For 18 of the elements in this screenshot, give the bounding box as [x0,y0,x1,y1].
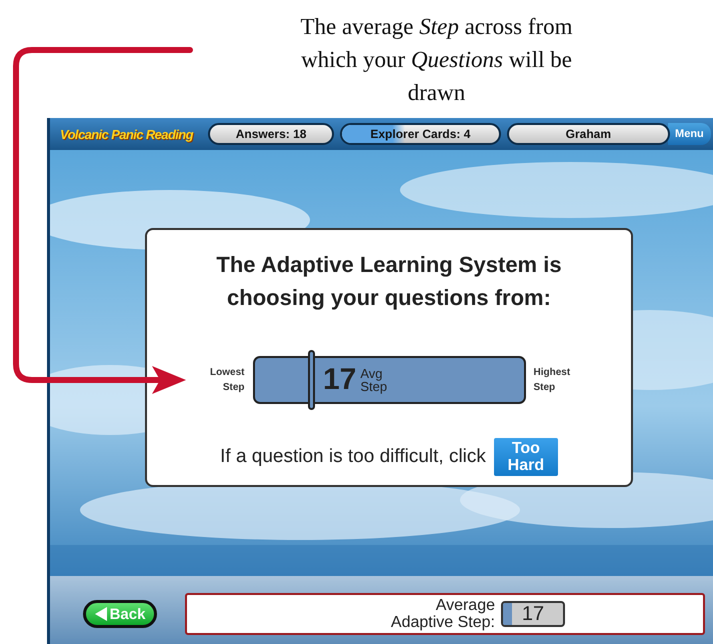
player-name: Graham [506,123,670,145]
hint-text: If a question is too difficult, click [220,446,486,468]
highest-step-label: Highest Step [534,366,572,395]
menu-button[interactable]: Menu [668,123,711,145]
meter-value: 17 [522,603,544,625]
slider-thumb[interactable] [308,350,315,410]
annotation-text: The average Step across from which your Questions will be drawn [299,13,574,107]
app-logo: Volcanic Panic Reading [60,126,194,142]
step-caption: Avg Step [360,367,388,393]
average-step-label: Average Adaptive Step: [390,597,495,631]
card-title: The Adaptive Learning System is choosing your questions from: [215,251,563,312]
answers-counter: Answers: 18 [208,123,334,145]
lowest-step-label: Lowest Step [209,366,244,395]
too-hard-button[interactable]: Too Hard [494,438,558,476]
explorer-cards-counter: Explorer Cards: 4 [340,123,501,145]
step-value: 17 [322,363,356,397]
back-arrow-icon [94,607,107,621]
back-button[interactable]: Back [83,600,157,628]
